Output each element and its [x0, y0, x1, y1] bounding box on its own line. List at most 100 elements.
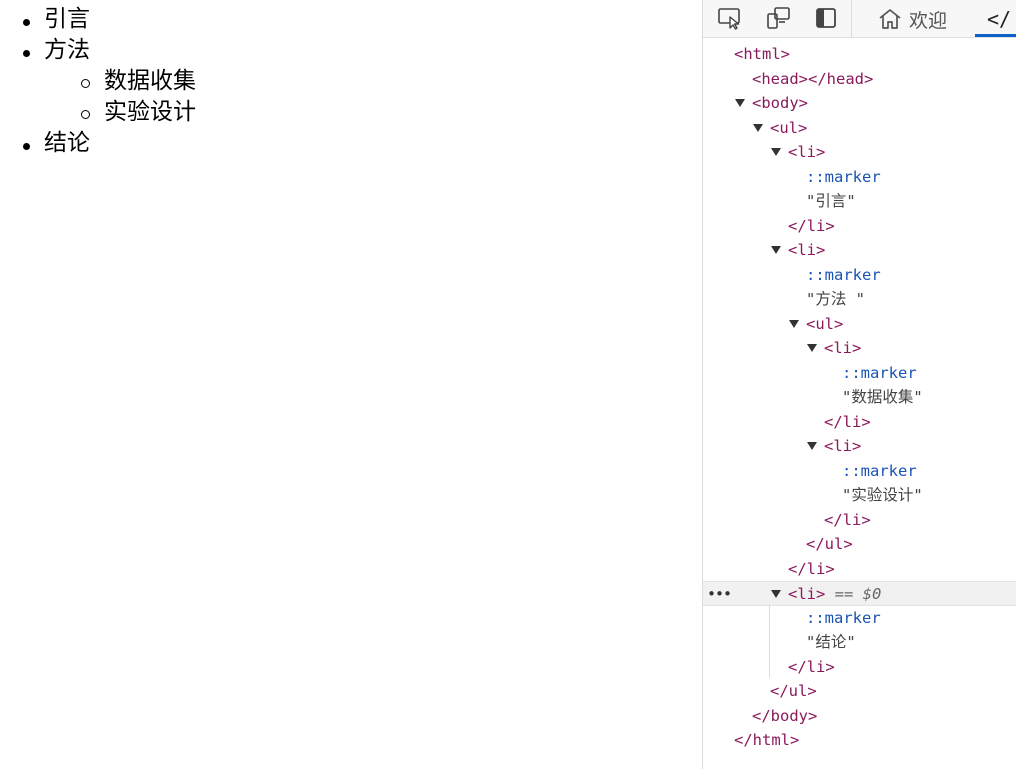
- dom-node-li-close[interactable]: </li>: [703, 508, 1016, 533]
- list-item-data-collection: 数据收集: [0, 66, 196, 97]
- tag-text: </ul>: [806, 535, 853, 553]
- dom-node-li-close[interactable]: </li>: [703, 557, 1016, 582]
- dom-node-li[interactable]: <li>: [703, 238, 1016, 263]
- tag-text: <ul>: [770, 118, 808, 137]
- text-node: "数据收集": [842, 388, 923, 406]
- list-item-label: 数据收集: [104, 68, 196, 94]
- pseudo-element-text: ::marker: [806, 608, 881, 627]
- tag-text: <li>: [788, 143, 826, 161]
- active-tab-indicator: [975, 34, 1016, 37]
- expand-triangle-icon[interactable]: [753, 123, 763, 132]
- dom-node-text[interactable]: "数据收集": [703, 385, 1016, 410]
- dom-node-html[interactable]: <html>: [703, 42, 1016, 67]
- dom-node-marker[interactable]: ::marker: [703, 606, 1016, 631]
- disc-bullet: [23, 50, 30, 57]
- dom-node-text[interactable]: "结论": [703, 630, 1016, 655]
- dom-node-text[interactable]: "方法 ": [703, 287, 1016, 312]
- text-node: "结论": [806, 633, 856, 651]
- devtools-panel: 欢迎 </ <html> <head></head> <body> <ul> <…: [702, 0, 1016, 769]
- tab-elements[interactable]: </: [987, 0, 1011, 38]
- tag-text: <ul>: [806, 314, 844, 333]
- dom-node-ul-close[interactable]: </ul>: [703, 679, 1016, 704]
- dock-side-button[interactable]: [811, 4, 841, 32]
- inspect-element-icon: [718, 8, 740, 30]
- pseudo-element-text: ::marker: [806, 167, 881, 186]
- expand-triangle-icon[interactable]: [771, 246, 781, 254]
- dom-node-text[interactable]: "实验设计": [703, 483, 1016, 508]
- dom-node-ul[interactable]: <ul>: [703, 312, 1016, 337]
- expand-triangle-icon[interactable]: [807, 344, 817, 352]
- circle-bullet: [81, 110, 90, 119]
- dom-node-head[interactable]: <head></head>: [703, 67, 1016, 92]
- expand-triangle-icon[interactable]: [771, 148, 781, 156]
- dom-node-li-close[interactable]: </li>: [703, 410, 1016, 435]
- text-node: "方法 ": [806, 290, 865, 308]
- dom-node-body[interactable]: <body>: [703, 91, 1016, 116]
- dom-node-marker[interactable]: ::marker: [703, 263, 1016, 288]
- dom-node-marker[interactable]: ::marker: [703, 459, 1016, 484]
- expand-triangle-icon[interactable]: [807, 442, 817, 450]
- disc-bullet: [23, 19, 30, 26]
- dom-node-text[interactable]: "引言": [703, 189, 1016, 214]
- dom-node-html-close[interactable]: </html>: [703, 728, 1016, 753]
- tag-text: <body>: [752, 94, 808, 112]
- tag-text: </ul>: [770, 682, 817, 700]
- tag-text: </li>: [788, 559, 835, 578]
- tag-text: </li>: [788, 216, 835, 235]
- dom-node-body-close[interactable]: </body>: [703, 704, 1016, 729]
- tag-text: <html>: [734, 45, 790, 63]
- list-item-method: 方法: [0, 35, 196, 66]
- tag-text: <li>: [824, 339, 862, 357]
- selected-ref-text: == $0: [834, 585, 882, 603]
- expand-triangle-icon[interactable]: [771, 590, 781, 598]
- dom-node-li[interactable]: <li>: [703, 434, 1016, 459]
- inspect-element-button[interactable]: [715, 4, 745, 32]
- home-icon: [879, 9, 901, 29]
- dom-node-marker[interactable]: ::marker: [703, 361, 1016, 386]
- list-item-label: 实验设计: [104, 99, 196, 125]
- list-item-intro: 引言: [0, 4, 196, 35]
- pseudo-element-text: ::marker: [842, 461, 917, 480]
- tag-text: </li>: [788, 657, 835, 676]
- list-item-label: 结论: [44, 130, 90, 156]
- disc-bullet: [23, 143, 30, 150]
- expand-triangle-icon[interactable]: [789, 319, 799, 328]
- selected-node-content: <li> == $0: [788, 582, 881, 607]
- dom-node-marker[interactable]: ::marker: [703, 165, 1016, 190]
- circle-bullet: [81, 79, 90, 88]
- tag-text: </li>: [824, 510, 871, 529]
- dom-node-li-close[interactable]: </li>: [703, 655, 1016, 680]
- elements-icon: </: [987, 7, 1012, 31]
- more-options-icon[interactable]: •••: [707, 582, 732, 607]
- list-item-conclusion: 结论: [0, 128, 196, 159]
- text-node: "实验设计": [842, 486, 923, 504]
- tag-text: <li>: [788, 241, 826, 259]
- rendered-page: 引言 方法 数据收集 实验设计 结论: [0, 0, 702, 769]
- list-item-label: 方法: [44, 37, 90, 63]
- pseudo-element-text: ::marker: [842, 363, 917, 382]
- tag-text: <head></head>: [752, 69, 874, 88]
- pseudo-element-text: ::marker: [806, 265, 881, 284]
- text-node: "引言": [806, 192, 856, 210]
- devtools-toolbar: 欢迎 </: [703, 0, 1016, 38]
- expand-triangle-icon[interactable]: [735, 99, 745, 107]
- tab-welcome[interactable]: 欢迎: [877, 0, 947, 38]
- outline-list: 引言 方法 数据收集 实验设计 结论: [0, 4, 196, 159]
- dom-node-li-close[interactable]: </li>: [703, 214, 1016, 239]
- list-item-experiment-design: 实验设计: [0, 97, 196, 128]
- tag-text: <li>: [788, 585, 826, 603]
- dom-tree: <html> <head></head> <body> <ul> <li> ::…: [703, 42, 1016, 753]
- toolbar-separator: [851, 0, 852, 38]
- dom-node-ul-close[interactable]: </ul>: [703, 532, 1016, 557]
- dom-node-ul[interactable]: <ul>: [703, 116, 1016, 141]
- tag-text: </li>: [824, 412, 871, 431]
- list-item-label: 引言: [44, 6, 90, 32]
- dom-node-li[interactable]: <li>: [703, 140, 1016, 165]
- dom-node-li-selected[interactable]: ••• <li> == $0: [703, 581, 1016, 606]
- dom-node-li[interactable]: <li>: [703, 336, 1016, 361]
- tag-text: </body>: [752, 706, 818, 725]
- device-emulation-button[interactable]: [763, 4, 793, 32]
- tag-text: <li>: [824, 437, 862, 455]
- tab-welcome-label: 欢迎: [909, 9, 948, 32]
- tag-text: </html>: [734, 731, 800, 749]
